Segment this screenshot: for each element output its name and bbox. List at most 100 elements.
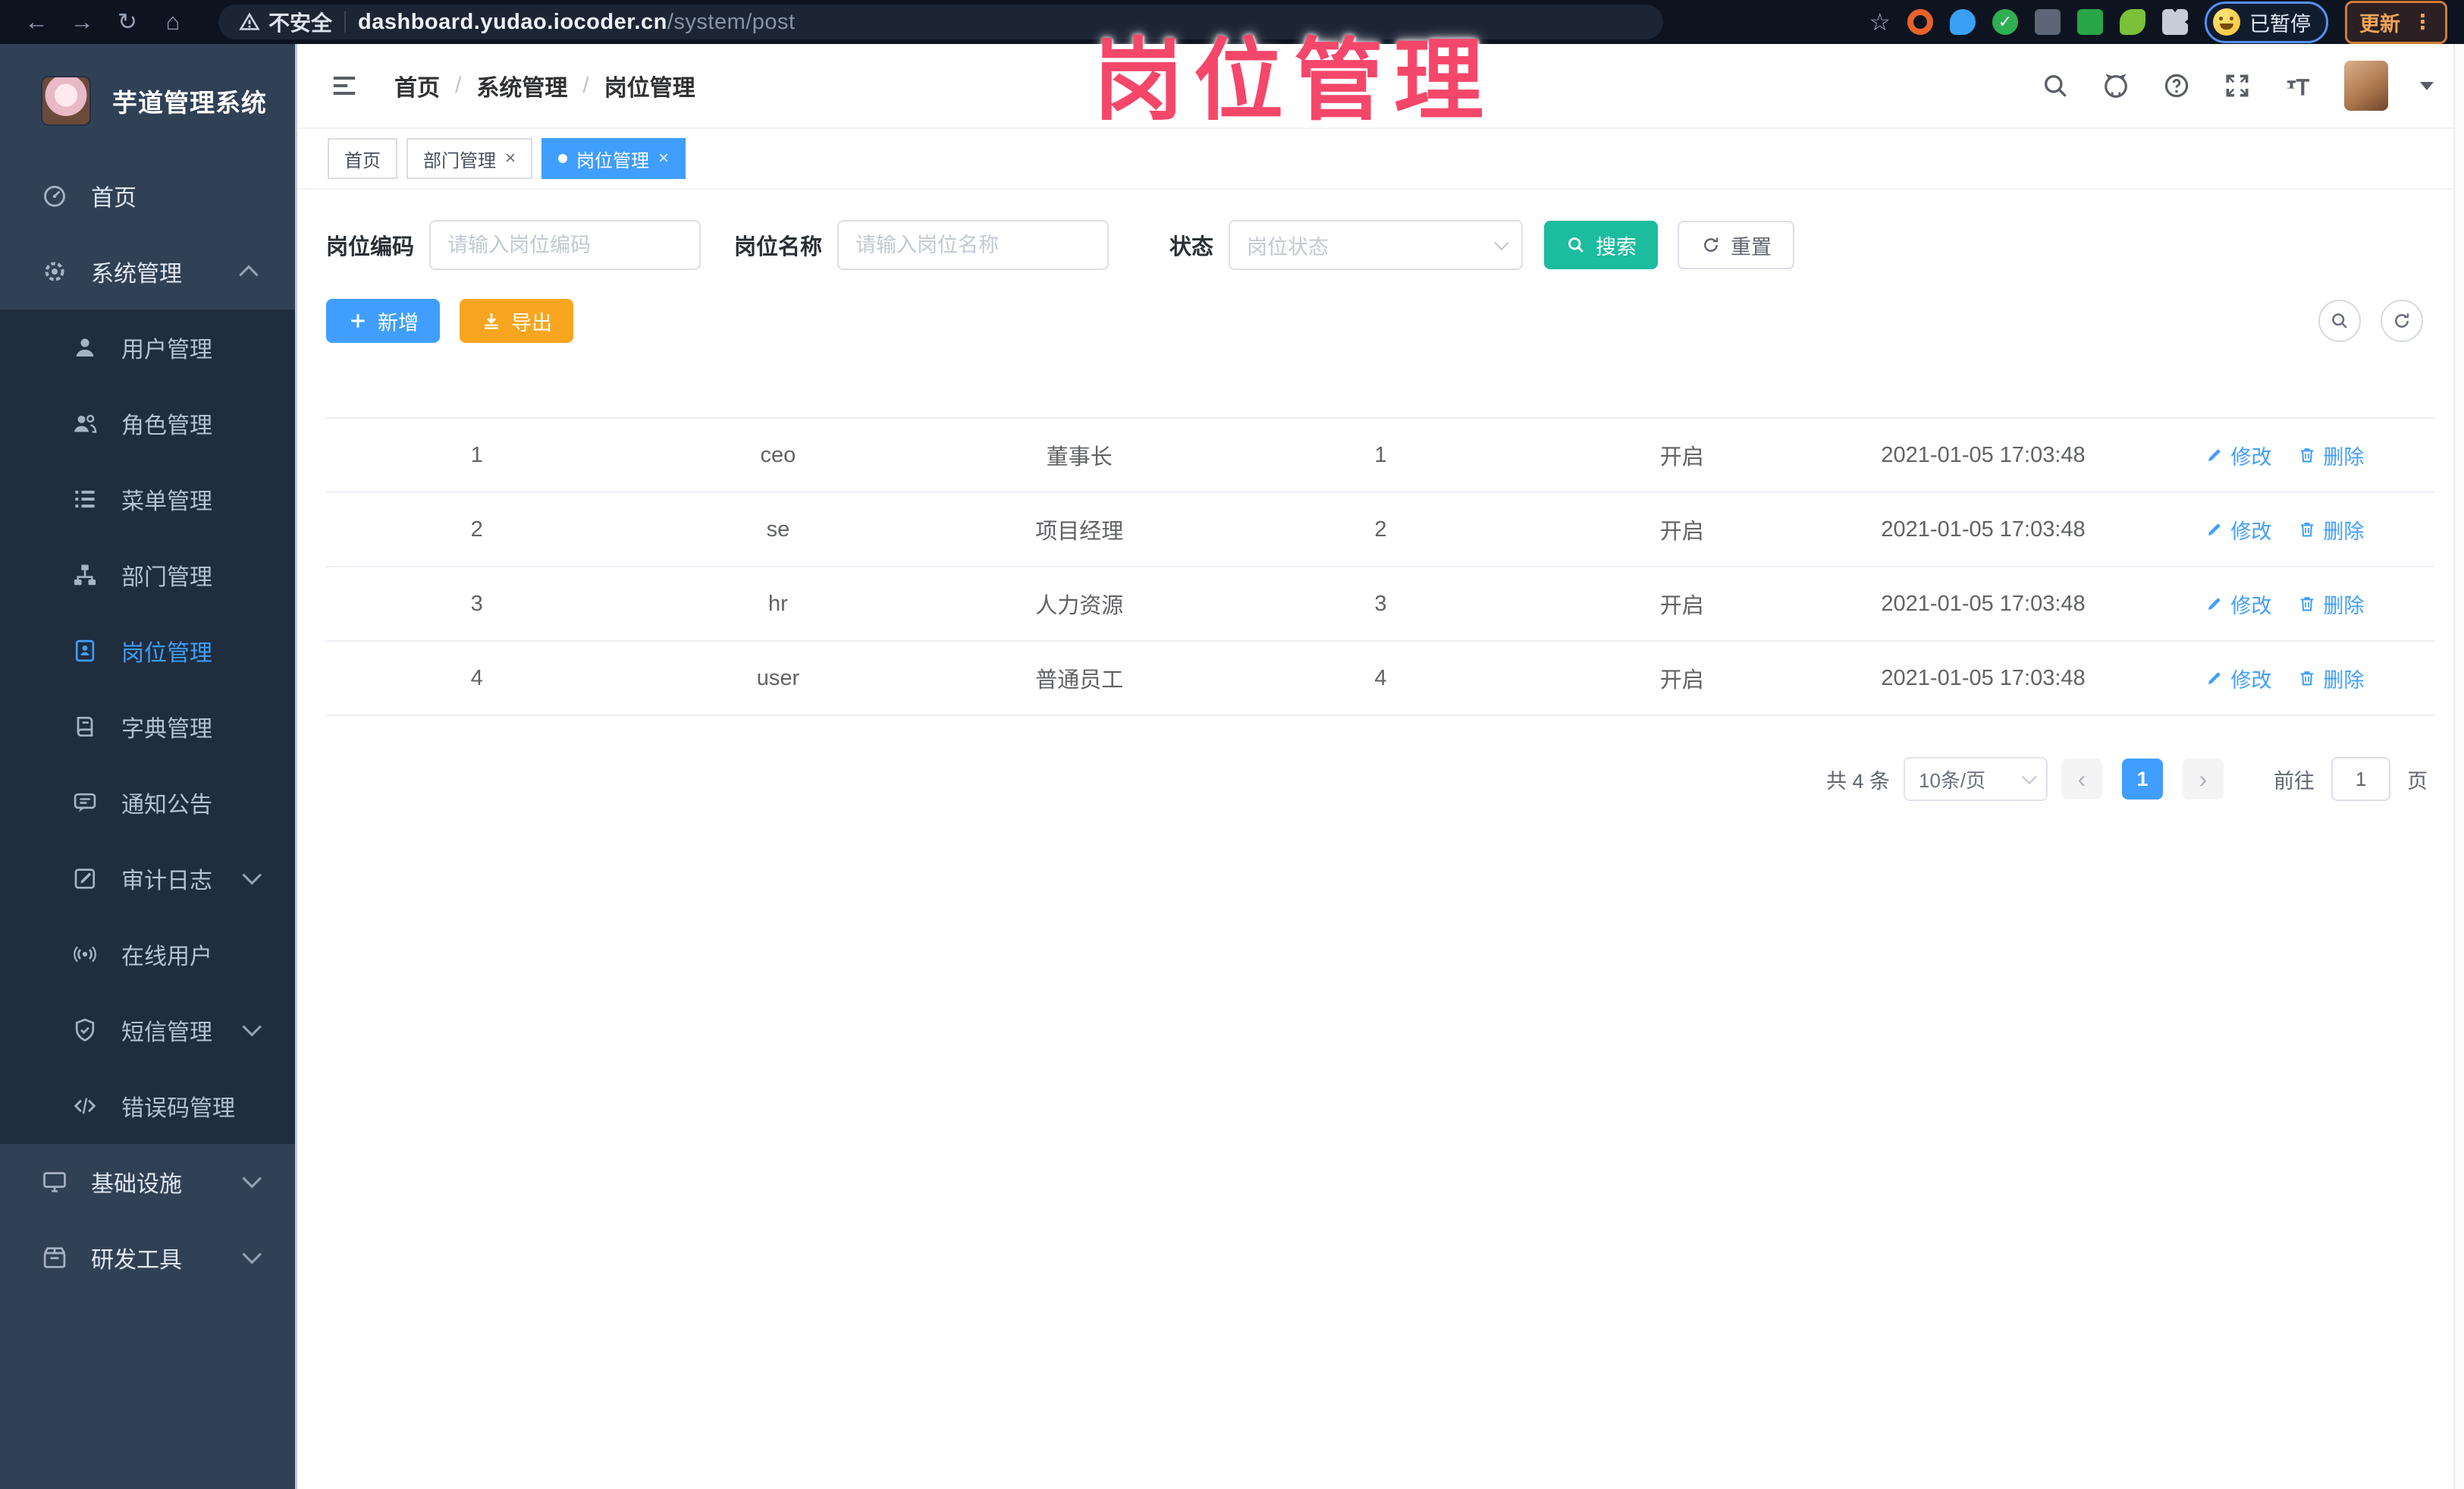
search-button[interactable]: 搜索 <box>1544 221 1659 269</box>
goto-label: 前往 <box>2274 769 2315 793</box>
export-button[interactable]: 导出 <box>460 299 573 343</box>
tab-home[interactable]: 首页 × <box>328 138 397 179</box>
page-size-select[interactable]: 10条/页 <box>1904 757 2048 801</box>
breadcrumb-item[interactable]: 首页 <box>394 69 440 102</box>
sidebar-item-post-management[interactable]: 岗位管理 <box>0 613 295 689</box>
sidebar-item-label: 系统管理 <box>91 262 182 287</box>
sidebar-item-notice[interactable]: 通知公告 <box>0 765 295 840</box>
sidebar-item-system-management[interactable]: 系统管理 <box>0 234 295 309</box>
page-url: dashboard.yudao.iocoder.cn/system/post <box>358 9 796 34</box>
sidebar-item-error-code[interactable]: 错误码管理 <box>0 1068 295 1144</box>
avatar[interactable] <box>2344 61 2388 111</box>
sidebar-item-dev-tools[interactable]: 研发工具 <box>0 1220 295 1296</box>
tab-close-icon[interactable]: × <box>658 149 669 168</box>
profile-paused-badge[interactable]: 已暂停 <box>2205 1 2328 43</box>
github-icon[interactable] <box>2101 71 2130 100</box>
browser-home-icon[interactable]: ⌂ <box>153 5 193 39</box>
edit-link[interactable]: 修改 <box>2205 441 2271 470</box>
toggle-search-button[interactable] <box>2318 300 2361 342</box>
pencil-icon <box>2208 449 2221 462</box>
prev-page-button[interactable]: ‹ <box>2061 759 2102 799</box>
browser-reload-icon[interactable]: ↻ <box>108 5 147 39</box>
edit-link[interactable]: 修改 <box>2205 589 2271 619</box>
pencil-icon <box>2208 598 2221 611</box>
fullscreen-icon[interactable] <box>2223 71 2252 100</box>
search-icon[interactable] <box>2041 71 2070 100</box>
cell-created-time: 2021-01-05 17:03:48 <box>1881 665 2086 690</box>
cell-post-status: 开启 <box>1659 668 1704 693</box>
add-button[interactable]: 新增 <box>326 299 440 343</box>
tab-close-icon[interactable]: × <box>505 149 516 168</box>
extension-card-icon[interactable] <box>2077 9 2103 35</box>
delete-link[interactable]: 删除 <box>2297 515 2364 545</box>
sidebar-item-infrastructure[interactable]: 基础设施 <box>0 1144 295 1220</box>
edit-link[interactable]: 修改 <box>2205 664 2271 693</box>
sidebar-item-sms-management[interactable]: 短信管理 <box>0 992 295 1068</box>
sidebar-item-dict-management[interactable]: 字典管理 <box>0 689 295 765</box>
browser-back-icon[interactable]: ← <box>17 5 56 39</box>
cell-post-id: 1 <box>470 442 483 467</box>
extensions-puzzle-icon[interactable] <box>2162 9 2188 35</box>
cell-post-sort: 1 <box>1374 442 1387 467</box>
sidebar-item-dept-management[interactable]: 部门管理 <box>0 537 295 613</box>
extension-leaf-icon[interactable] <box>2120 9 2145 35</box>
sidebar-item-audit-log[interactable]: 审计日志 <box>0 840 295 916</box>
cell-post-code: ceo <box>760 442 796 467</box>
sidebar-item-menu-management[interactable]: 菜单管理 <box>0 461 295 537</box>
infrastructure-icon <box>41 1168 68 1195</box>
goto-page-input[interactable] <box>2331 757 2390 801</box>
audit-log-icon <box>71 865 99 892</box>
app-logo-row[interactable]: 芋道管理系统 <box>0 44 295 158</box>
cell-post-name: 董事长 <box>1046 445 1113 470</box>
item-system: 系统管理 / <box>476 69 589 102</box>
post-table: 1 ceo 董事长 1 开启 2021-01-05 17:03:48 修改 删除… <box>326 370 2435 716</box>
current-page[interactable]: 1 <box>2122 759 2163 799</box>
hamburger-icon[interactable] <box>328 71 361 101</box>
cell-post-name: 项目经理 <box>1035 520 1124 544</box>
sidebar-item-home[interactable]: 首页 <box>0 158 295 234</box>
extension-drop-icon[interactable] <box>1950 9 1976 35</box>
navbar: 首页 / 系统管理 / 岗位管理 / <box>297 44 2464 129</box>
caret-down-icon[interactable] <box>2420 81 2434 90</box>
extension-orange-icon[interactable] <box>1907 9 1933 35</box>
pencil-icon <box>2208 672 2221 685</box>
browser-forward-icon[interactable]: → <box>62 5 102 39</box>
browser-update-button[interactable]: 更新 ⋮ <box>2345 0 2447 44</box>
active-dot-icon <box>558 154 568 163</box>
breadcrumb-separator: / <box>455 73 462 98</box>
cell-created-time: 2021-01-05 17:03:48 <box>1881 442 2086 467</box>
refresh-icon <box>1704 237 1719 252</box>
breadcrumb-item[interactable]: 岗位管理 <box>604 69 695 102</box>
chevron-icon <box>242 1245 262 1264</box>
bookmark-star-icon[interactable]: ☆ <box>1869 8 1891 36</box>
tab-dept[interactable]: 部门管理 × <box>406 138 533 179</box>
extension-check-icon[interactable]: ✓ <box>1992 9 2018 35</box>
sidebar-item-online-users[interactable]: 在线用户 <box>0 916 295 992</box>
pagination: 共 4 条 10条/页 ‹ 1 › 前往 页 <box>326 757 2435 801</box>
browser-menu-kebab-icon[interactable]: ⋮ <box>2412 11 2433 34</box>
table-row-1: 1 ceo 董事长 1 开启 2021-01-05 17:03:48 修改 删除 <box>326 419 2435 493</box>
refresh-table-button[interactable] <box>2381 300 2423 342</box>
help-icon[interactable] <box>2162 71 2191 100</box>
delete-link[interactable]: 删除 <box>2297 589 2364 619</box>
edit-link[interactable]: 修改 <box>2205 515 2271 545</box>
delete-link[interactable]: 删除 <box>2297 664 2364 693</box>
breadcrumb-item[interactable]: 系统管理 <box>476 69 567 102</box>
status-select[interactable]: 岗位状态 <box>1229 220 1524 270</box>
tab-post[interactable]: 岗位管理 × <box>541 138 686 179</box>
scrollbar[interactable] <box>2453 44 2464 1489</box>
status-label: 状态 <box>1169 235 1214 259</box>
delete-link[interactable]: 删除 <box>2297 441 2364 470</box>
reset-button[interactable]: 重置 <box>1678 221 1795 269</box>
post-name-input[interactable] <box>837 220 1110 270</box>
cell-post-id: 2 <box>470 517 483 542</box>
sidebar-item-role-management[interactable]: 角色管理 <box>0 385 295 461</box>
next-page-button[interactable]: › <box>2183 759 2224 799</box>
users-icon <box>71 410 99 437</box>
extension-grid-icon[interactable] <box>2035 9 2061 35</box>
post-code-input[interactable] <box>429 220 702 270</box>
address-bar[interactable]: 不安全 dashboard.yudao.iocoder.cn/system/po… <box>218 5 1663 39</box>
sidebar-item-user-management[interactable]: 用户管理 <box>0 309 295 385</box>
not-secure-label[interactable]: 不安全 <box>238 7 332 37</box>
font-size-icon[interactable] <box>2284 71 2312 100</box>
